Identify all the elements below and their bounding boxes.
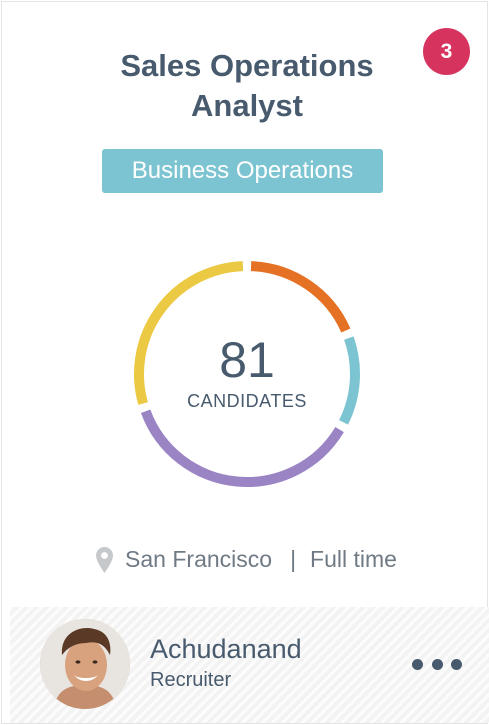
dot — [431, 658, 443, 670]
candidates-donut-chart: 81 CANDIDATES — [128, 255, 366, 493]
candidates-label: CANDIDATES — [187, 391, 307, 411]
dot — [451, 658, 462, 670]
dot — [412, 658, 423, 670]
department-tag[interactable]: Business Operations — [102, 149, 383, 193]
employment-type: Full time — [310, 546, 397, 572]
recruiter-name[interactable]: Achudanand — [150, 634, 302, 665]
recruiter-role: Recruiter — [150, 669, 232, 691]
donut-segment-1 — [250, 261, 351, 333]
job-meta: San Francisco | Full time — [2, 546, 489, 573]
donut-segment-3 — [140, 409, 344, 487]
map-pin-icon — [96, 546, 114, 573]
job-title: Sales Operations Analyst — [120, 48, 374, 123]
recruiter-footer: Achudanand Recruiter — [10, 607, 489, 723]
recruiter-photo — [40, 619, 130, 709]
meta-separator: | — [290, 546, 297, 572]
job-card[interactable]: 3 Sales Operations Analyst Business Oper… — [1, 1, 489, 724]
location-text: San Francisco — [125, 546, 273, 572]
avatar[interactable] — [40, 619, 130, 709]
candidates-count: 81 — [219, 332, 275, 388]
more-dots-icon[interactable] — [412, 651, 462, 677]
